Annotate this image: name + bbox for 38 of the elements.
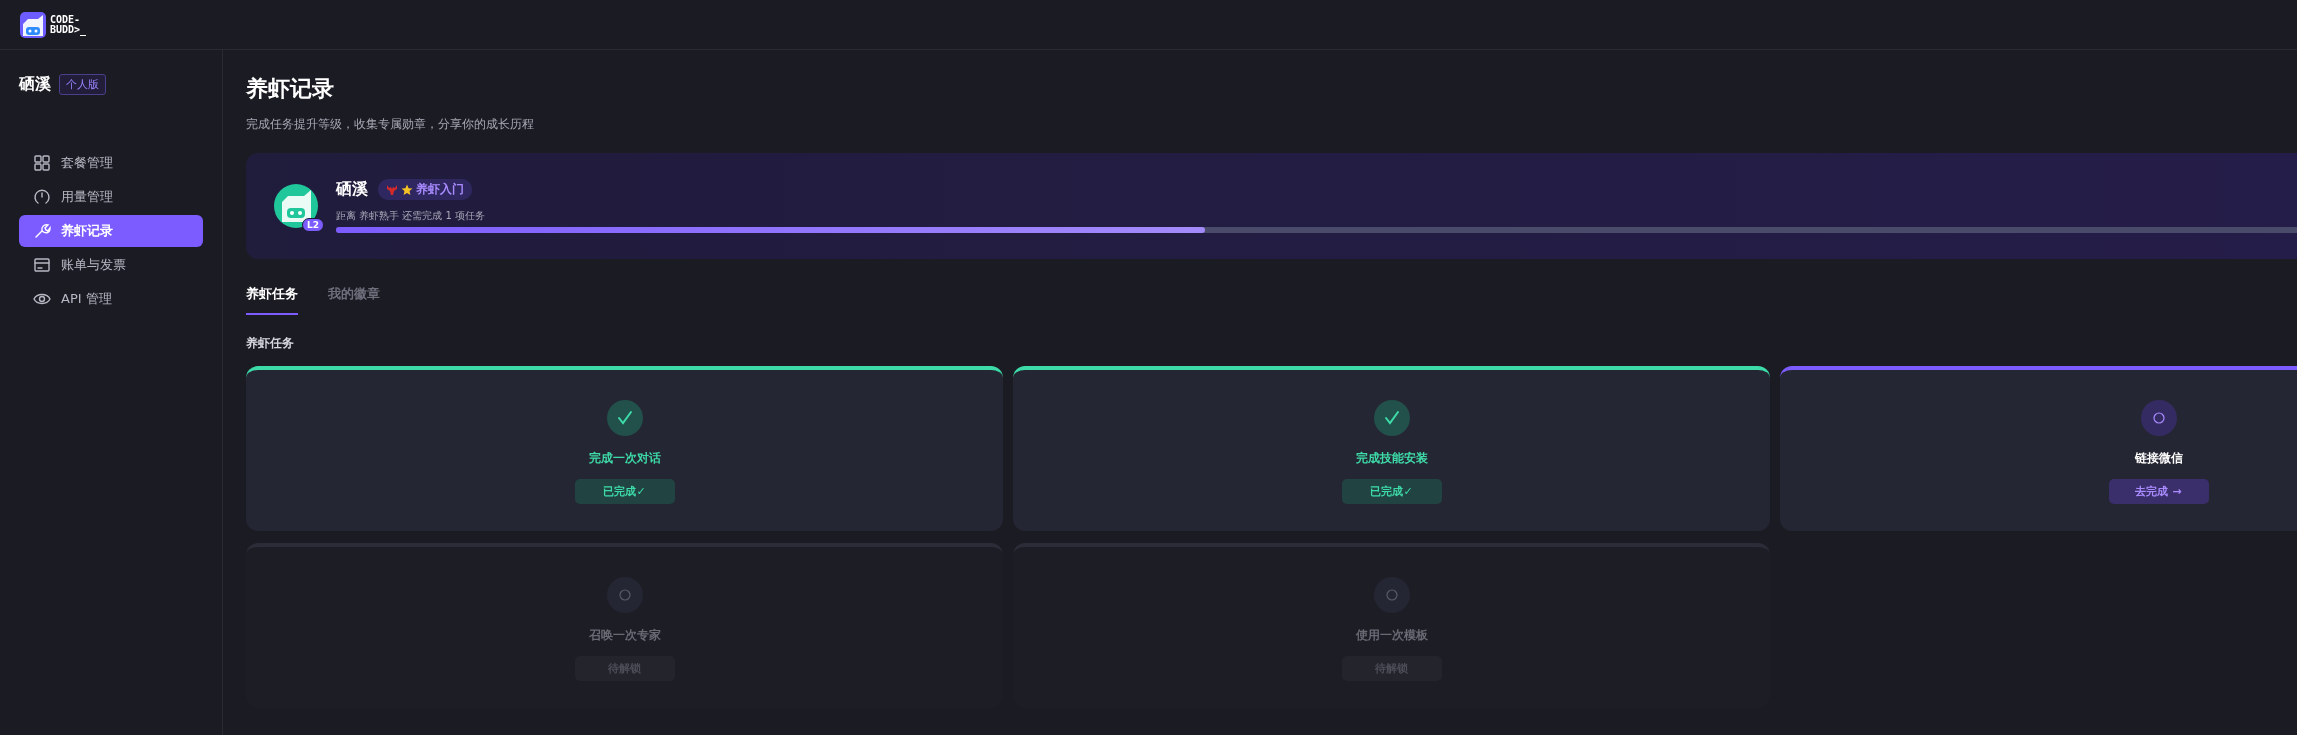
avatar-icon xyxy=(274,184,318,228)
grid-icon xyxy=(33,154,51,172)
lobster-icon xyxy=(386,183,398,196)
check-icon xyxy=(1373,400,1410,436)
circle-icon xyxy=(606,577,643,613)
page-title: 养虾记录 xyxy=(246,75,335,103)
task-title: 使用一次模板 xyxy=(1355,627,1428,644)
level-badge: L2 xyxy=(302,218,324,232)
task-button[interactable]: 去完成 → xyxy=(2108,479,2209,504)
task-title: 召唤一次专家 xyxy=(588,627,661,644)
task-title: 链接微信 xyxy=(2134,450,2183,467)
task-button[interactable]: 已完成✓ xyxy=(1341,479,1442,504)
card-icon xyxy=(33,256,51,274)
plan-badge: 个人版 xyxy=(59,74,106,95)
menu-item[interactable]: 账单与发票 xyxy=(19,249,203,281)
menu-item[interactable]: 套餐管理 xyxy=(19,147,203,179)
gauge-icon xyxy=(33,188,51,206)
circle-icon xyxy=(2140,400,2177,436)
user-name: 硒溪 xyxy=(19,74,51,95)
progress-text: 距离 养虾熟手 还需完成 1 项任务 xyxy=(336,209,487,223)
logo-icon xyxy=(20,11,46,38)
rank-badge: 养虾入门 xyxy=(378,179,472,200)
menu-item[interactable]: API 管理 xyxy=(19,283,203,315)
check-icon xyxy=(606,400,643,436)
task-button[interactable]: 已完成✓ xyxy=(574,479,675,504)
user-name: 硒溪 xyxy=(336,179,368,200)
section-title: 养虾任务 xyxy=(246,335,295,352)
task-title: 完成一次对话 xyxy=(588,450,661,467)
logo-text: CODE- BUDD>_ xyxy=(50,14,87,35)
menu-item[interactable]: 养虾记录 xyxy=(19,215,203,247)
menu-item[interactable]: 用量管理 xyxy=(19,181,203,213)
wrench-icon xyxy=(33,222,51,240)
tab[interactable]: 我的徽章 xyxy=(328,277,380,315)
star-icon xyxy=(401,183,413,196)
tab[interactable]: 养虾任务 xyxy=(246,277,298,315)
circle-icon xyxy=(1373,577,1410,613)
task-title: 完成技能安装 xyxy=(1355,450,1428,467)
page-subtitle: 完成任务提升等级，收集专属勋章，分享你的成长历程 xyxy=(246,116,535,133)
